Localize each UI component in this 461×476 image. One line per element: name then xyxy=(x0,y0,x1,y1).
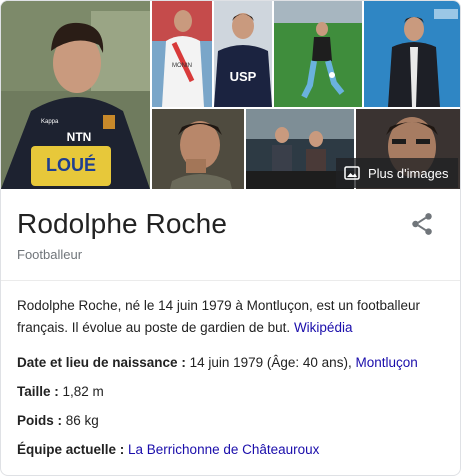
fact-value: 14 juin 1979 (Âge: 40 ans), xyxy=(189,355,356,370)
fact-label: Équipe actuelle : xyxy=(17,442,129,457)
main-photo[interactable]: LOUÉ NTN Kappa xyxy=(1,1,150,189)
panel-header: Rodolphe Roche Footballeur xyxy=(1,189,460,281)
photo-4[interactable] xyxy=(274,1,362,107)
more-images-label: Plus d'images xyxy=(368,165,449,181)
share-button[interactable] xyxy=(409,211,435,237)
entity-description: Rodolphe Roche, né le 14 juin 1979 à Mon… xyxy=(17,295,447,339)
fact-height: Taille : 1,82 m xyxy=(17,384,104,399)
description-text: Rodolphe Roche, né le 14 juin 1979 à Mon… xyxy=(17,298,421,335)
knowledge-panel: LOUÉ NTN Kappa MONIN USP Plus d'images R… xyxy=(0,0,461,476)
svg-text:LOUÉ: LOUÉ xyxy=(46,154,96,175)
wikipedia-link[interactable]: Wikipédia xyxy=(294,320,353,335)
share-icon xyxy=(412,213,432,235)
fact-label: Poids : xyxy=(17,413,66,428)
image-mosaic: LOUÉ NTN Kappa MONIN USP Plus d'images xyxy=(1,1,460,189)
entity-type: Footballeur xyxy=(17,247,83,262)
photo-6[interactable] xyxy=(152,109,244,189)
svg-text:USP: USP xyxy=(230,69,257,84)
image-icon xyxy=(344,166,360,180)
svg-text:Kappa: Kappa xyxy=(41,119,59,125)
team-link[interactable]: La Berrichonne de Châteauroux xyxy=(128,442,319,457)
birthplace-link[interactable]: Montluçon xyxy=(355,355,417,370)
photo-3[interactable]: USP xyxy=(214,1,272,107)
fact-label: Date et lieu de naissance : xyxy=(17,355,190,370)
fact-label: Taille : xyxy=(17,384,63,399)
photo-5[interactable] xyxy=(364,1,460,107)
entity-title: Rodolphe Roche xyxy=(17,208,227,239)
fact-team: Équipe actuelle : La Berrichonne de Chât… xyxy=(17,442,319,457)
fact-birth: Date et lieu de naissance : 14 juin 1979… xyxy=(17,355,418,370)
fact-weight: Poids : 86 kg xyxy=(17,413,99,428)
more-images-button[interactable]: Plus d'images xyxy=(336,158,458,188)
svg-text:NTN: NTN xyxy=(67,130,92,144)
svg-text:MONIN: MONIN xyxy=(172,63,192,69)
fact-value: 1,82 m xyxy=(62,384,104,399)
fact-value: 86 kg xyxy=(65,413,99,428)
photo-2[interactable]: MONIN xyxy=(152,1,212,107)
